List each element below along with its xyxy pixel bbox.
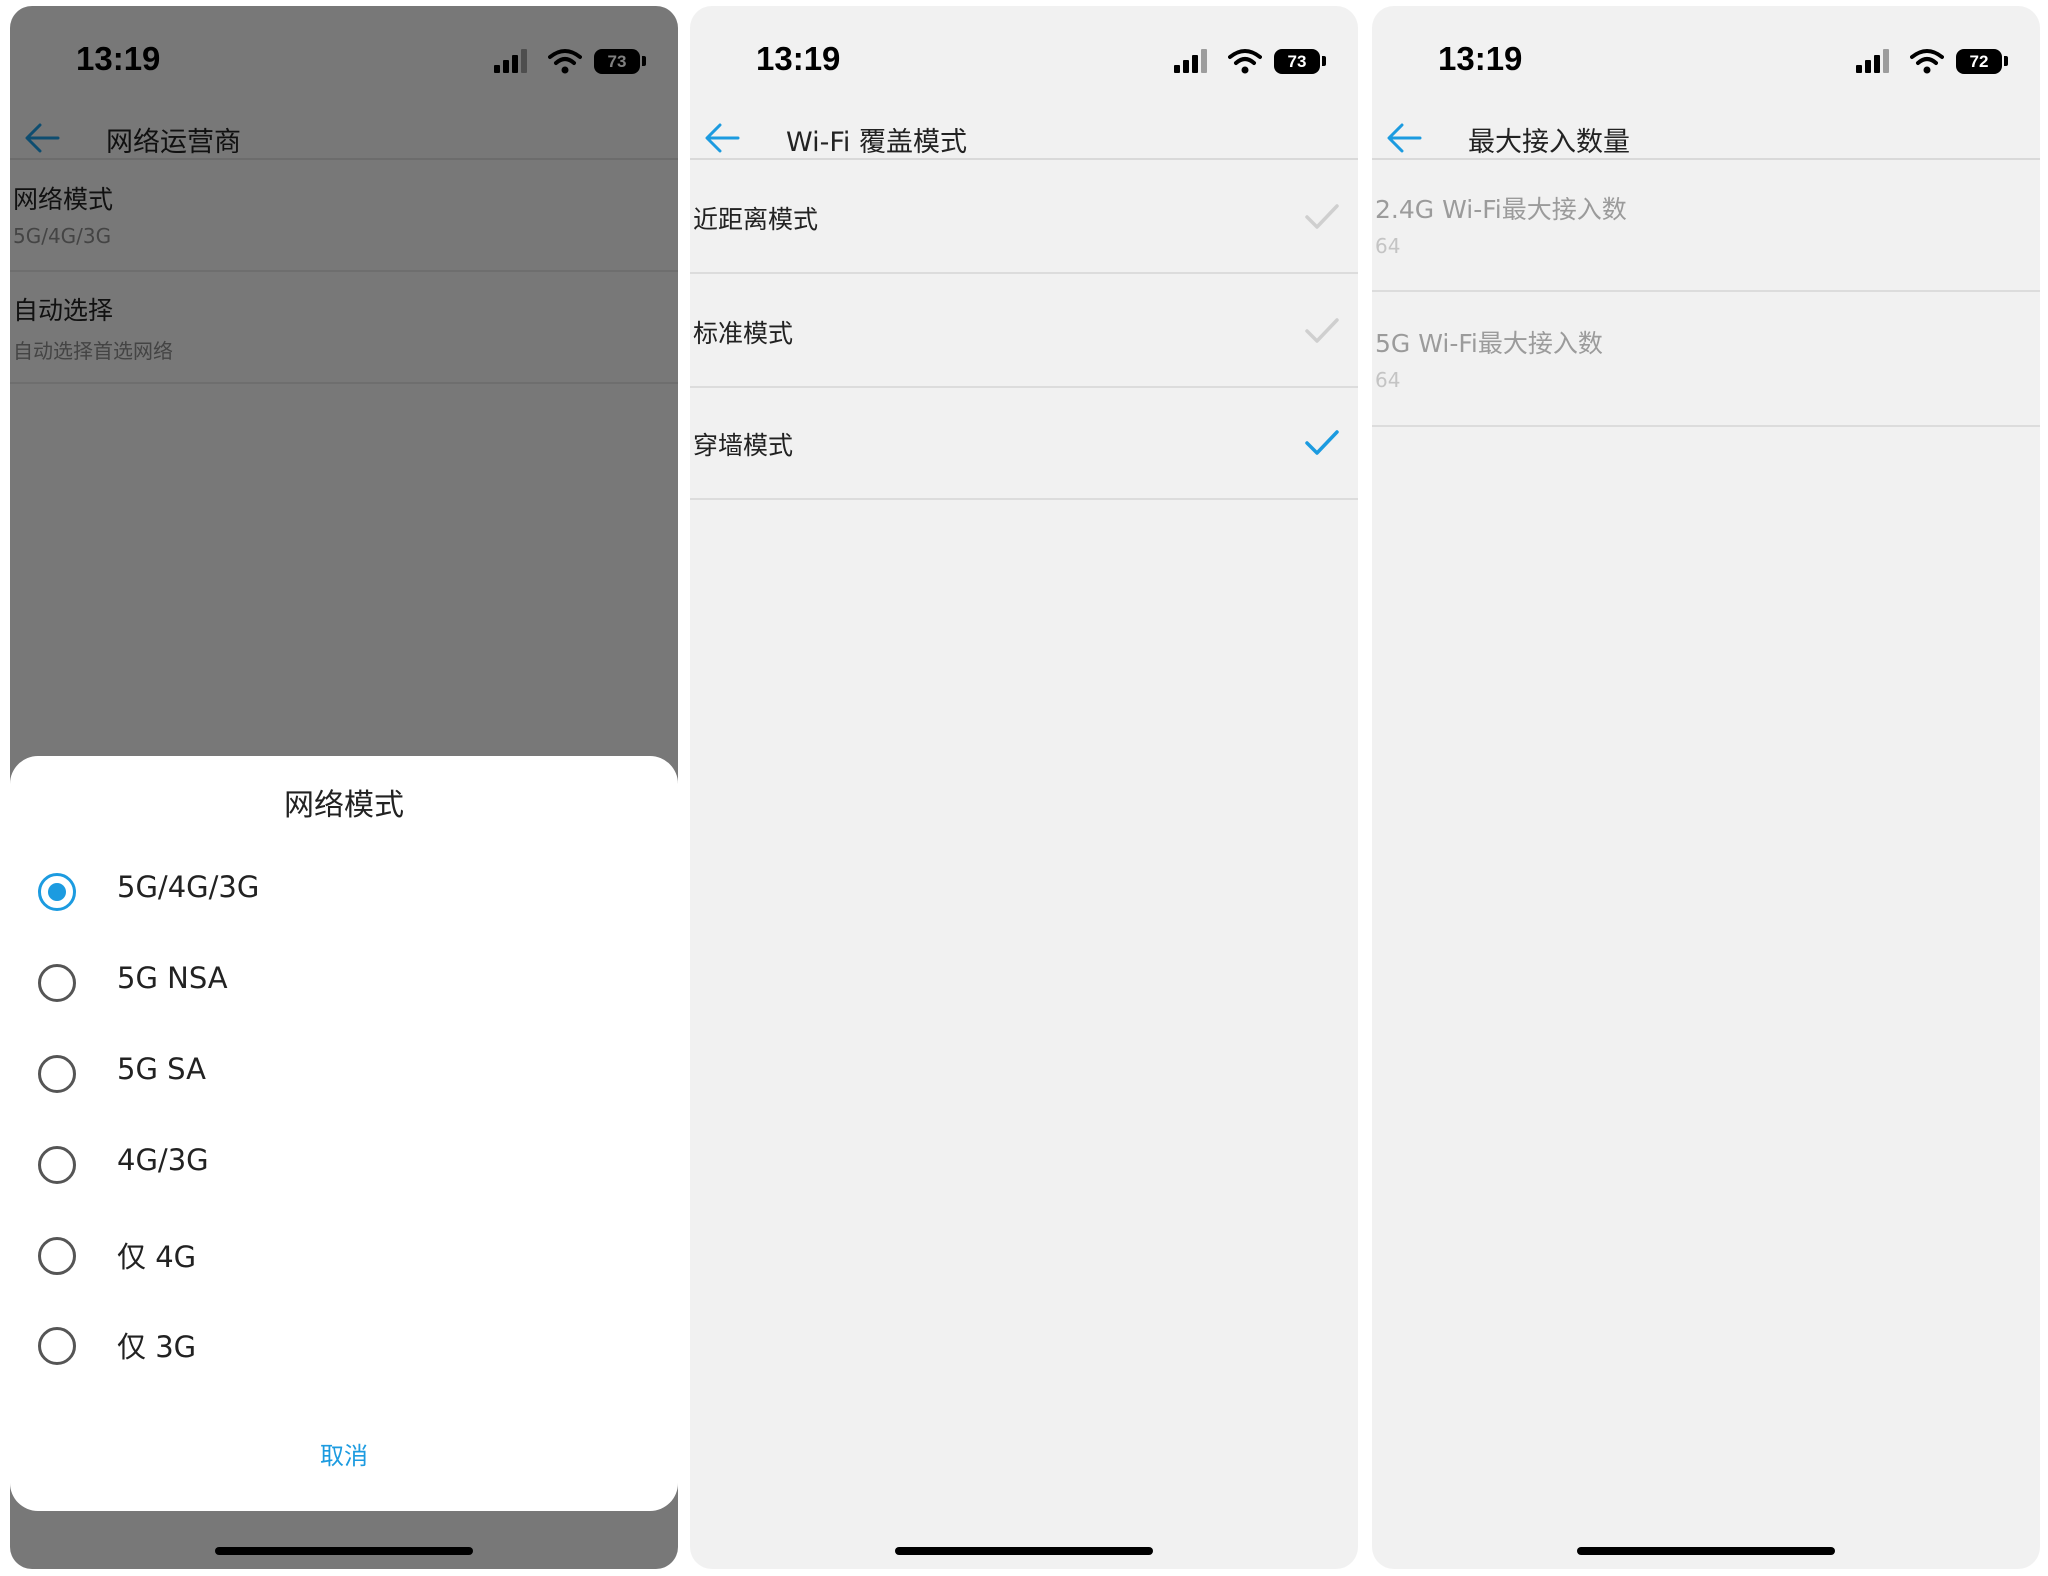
radio-unselected-icon[interactable] [38, 964, 76, 1002]
radio-unselected-icon[interactable] [38, 1327, 76, 1365]
checkmark-icon [1305, 430, 1339, 455]
phone-network-operator: 13:19 73 [10, 6, 678, 1569]
radio-selected-icon[interactable] [38, 873, 76, 911]
battery-tip [2004, 56, 2008, 66]
list-item-5g-max: 5G Wi-Fi最大接入数 64 [1372, 294, 2040, 427]
option-label: 4G/3G [117, 1143, 209, 1177]
status-icons: 73 [1174, 48, 1326, 74]
cellular-signal-icon [1174, 49, 1207, 73]
phone-max-connections: 13:19 72 最大接入数量 2.4G Wi-Fi最大接入数 64 5G Wi… [1372, 6, 2040, 1569]
wifi-signal-icon [1910, 49, 1944, 74]
item-label: 标准模式 [693, 319, 794, 348]
option-3g-only[interactable]: 仅 3G [10, 1312, 678, 1382]
home-indicator[interactable] [1577, 1547, 1835, 1555]
option-label: 仅 4G [117, 1240, 197, 1274]
radio-unselected-icon[interactable] [38, 1055, 76, 1093]
page-title: Wi-Fi 覆盖模式 [786, 127, 967, 158]
radio-unselected-icon[interactable] [38, 1237, 76, 1275]
checkmark-icon [1305, 318, 1339, 343]
wifi-signal-icon [1228, 49, 1262, 74]
item-value: 64 [1375, 368, 1401, 392]
network-mode-sheet: 网络模式 5G/4G/3G 5G NSA 5G SA 4G/3G 仅 4G 仅 … [10, 756, 678, 1511]
sheet-title: 网络模式 [284, 788, 404, 823]
item-label: 近距离模式 [693, 205, 819, 234]
nav-bar: Wi-Fi 覆盖模式 [690, 114, 1358, 160]
battery-icon: 73 [1274, 48, 1320, 74]
item-label: 穿墙模式 [693, 431, 794, 460]
status-time: 13:19 [1438, 40, 1523, 77]
battery-level: 72 [1969, 51, 1989, 71]
back-arrow-icon[interactable] [1384, 120, 1424, 156]
checkmark-icon [1305, 204, 1339, 229]
home-indicator[interactable] [215, 1547, 473, 1555]
option-5g-nsa[interactable]: 5G NSA [10, 949, 678, 1019]
option-5g-sa[interactable]: 5G SA [10, 1040, 678, 1110]
battery-tip [1322, 56, 1326, 66]
back-arrow-icon[interactable] [702, 120, 742, 156]
screenshot-stage: 13:19 73 [0, 0, 2048, 1576]
phone-wifi-coverage-mode: 13:19 73 Wi-Fi 覆盖模式 近距离模式 标准模式 穿墙模式 [690, 6, 1358, 1569]
list-item-2-4g-max: 2.4G Wi-Fi最大接入数 64 [1372, 162, 2040, 292]
list-item-standard-mode[interactable]: 标准模式 [690, 276, 1358, 388]
item-value: 64 [1375, 234, 1401, 258]
item-title: 5G Wi-Fi最大接入数 [1375, 329, 1603, 358]
battery-level: 73 [1287, 51, 1307, 71]
battery-icon: 72 [1956, 48, 2002, 74]
nav-bar: 最大接入数量 [1372, 114, 2040, 160]
cancel-button[interactable]: 取消 [10, 1436, 678, 1471]
page-title: 最大接入数量 [1468, 127, 1630, 158]
option-label: 仅 3G [117, 1330, 197, 1364]
option-4g-3g[interactable]: 4G/3G [10, 1131, 678, 1201]
option-label: 5G SA [117, 1052, 206, 1086]
status-bar: 13:19 72 [1372, 6, 2040, 114]
list-item-close-range-mode[interactable]: 近距离模式 [690, 162, 1358, 274]
radio-unselected-icon[interactable] [38, 1146, 76, 1184]
cellular-signal-icon [1856, 49, 1889, 73]
home-indicator[interactable] [895, 1547, 1153, 1555]
status-time: 13:19 [756, 40, 841, 77]
status-icons: 72 [1856, 48, 2008, 74]
option-5g-4g-3g[interactable]: 5G/4G/3G [10, 858, 678, 928]
option-4g-only[interactable]: 仅 4G [10, 1222, 678, 1292]
status-bar: 13:19 73 [690, 6, 1358, 114]
option-label: 5G/4G/3G [117, 870, 260, 904]
item-title: 2.4G Wi-Fi最大接入数 [1375, 195, 1627, 224]
list-item-wall-penetration-mode[interactable]: 穿墙模式 [690, 390, 1358, 500]
option-label: 5G NSA [117, 961, 228, 995]
